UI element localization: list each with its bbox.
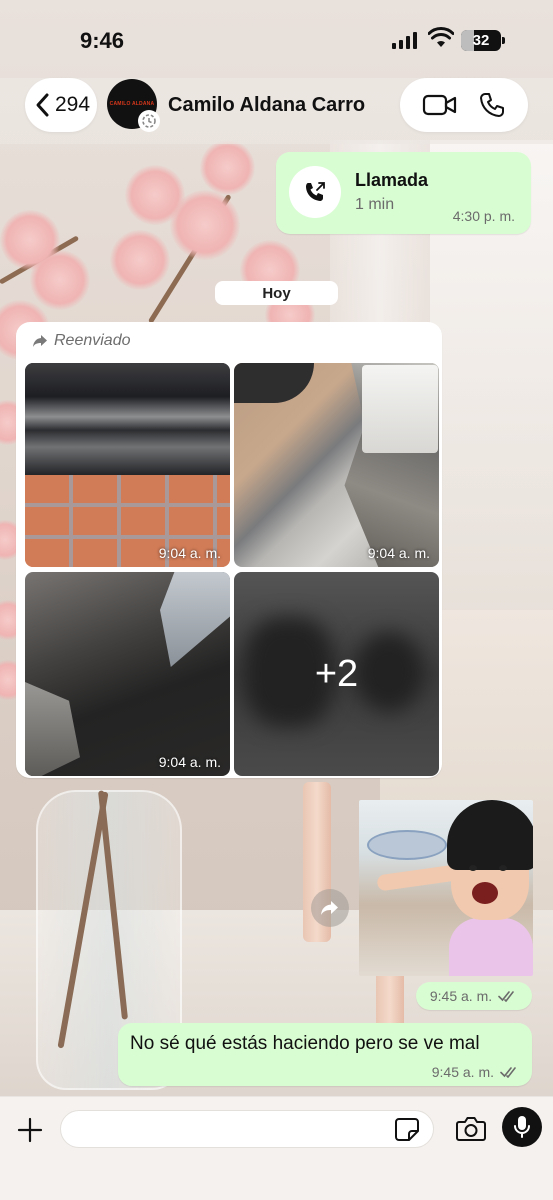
attach-button[interactable] [15,1115,45,1145]
contact-name[interactable]: Camilo Aldana Carro [168,94,365,117]
message-time: 9:45 a. m. [429,988,493,1004]
call-duration: 1 min [355,196,395,213]
chevron-left-icon [36,93,49,117]
battery-indicator: 32 [461,30,505,51]
forward-arrow-icon [321,901,338,915]
forwarded-label: Reenviado [32,332,131,350]
plus-icon [17,1117,43,1143]
forward-button[interactable] [311,889,349,927]
back-button[interactable]: 294 [25,78,97,132]
call-actions [400,78,528,132]
call-message[interactable]: Llamada 1 min 4:30 p. m. [276,152,531,234]
forward-arrow-icon [33,335,47,347]
outgoing-call-icon [289,166,341,218]
photo-thumbnail[interactable]: 9:04 a. m. [25,363,230,567]
cellular-signal-icon [392,31,417,49]
phone-icon[interactable] [478,91,506,119]
camera-icon[interactable] [455,1114,487,1144]
avatar[interactable]: CAMILO ALDANA [107,79,160,132]
photo-thumbnail[interactable]: 9:04 a. m. [234,363,439,567]
status-time: 9:46 [80,28,125,53]
message-time: 9:45 a. m. [431,1064,494,1080]
composer-bar [0,1096,553,1200]
status-ring-icon [138,110,160,132]
photo-time: 9:04 a. m. [158,754,221,770]
more-photos-thumbnail[interactable]: +2 [234,572,439,776]
chat-header: 294 CAMILO ALDANA Camilo Aldana Carro [0,78,553,144]
message-body: No sé qué estás haciendo pero se ve mal [130,1033,480,1054]
status-bar: 9:46 32 [0,0,553,78]
photo-time: 9:04 a. m. [367,545,430,561]
microphone-icon [514,1116,530,1138]
wifi-icon [428,27,454,47]
more-photos-count: +2 [314,652,359,695]
photo-time: 9:04 a. m. [158,545,221,561]
voice-message-button[interactable] [502,1107,542,1147]
sticker-image[interactable] [359,800,533,976]
call-title: Llamada [355,170,429,190]
forwarded-text: Reenviado [54,332,131,349]
video-camera-icon[interactable] [422,93,458,117]
double-check-icon [498,991,514,1002]
photo-thumbnail[interactable]: 9:04 a. m. [25,572,230,776]
unread-count: 294 [55,93,91,116]
message-meta: 9:45 a. m. [432,1064,520,1080]
message-time: 4:30 p. m. [452,208,515,224]
text-message[interactable]: No sé qué estás haciendo pero se ve mal … [118,1023,532,1086]
date-separator: Hoy [215,281,338,305]
avatar-logo-text: CAMILO ALDANA [109,101,155,107]
battery-level-text: 32 [472,32,490,49]
double-check-icon [500,1067,516,1078]
sticker-icon[interactable] [394,1116,420,1142]
sticker-time-badge: 9:45 a. m. [416,982,532,1010]
message-input[interactable] [60,1110,434,1148]
forwarded-photo-album[interactable]: Reenviado 9:04 a. m. 9:04 a. m. 9:04 a. … [16,322,442,778]
